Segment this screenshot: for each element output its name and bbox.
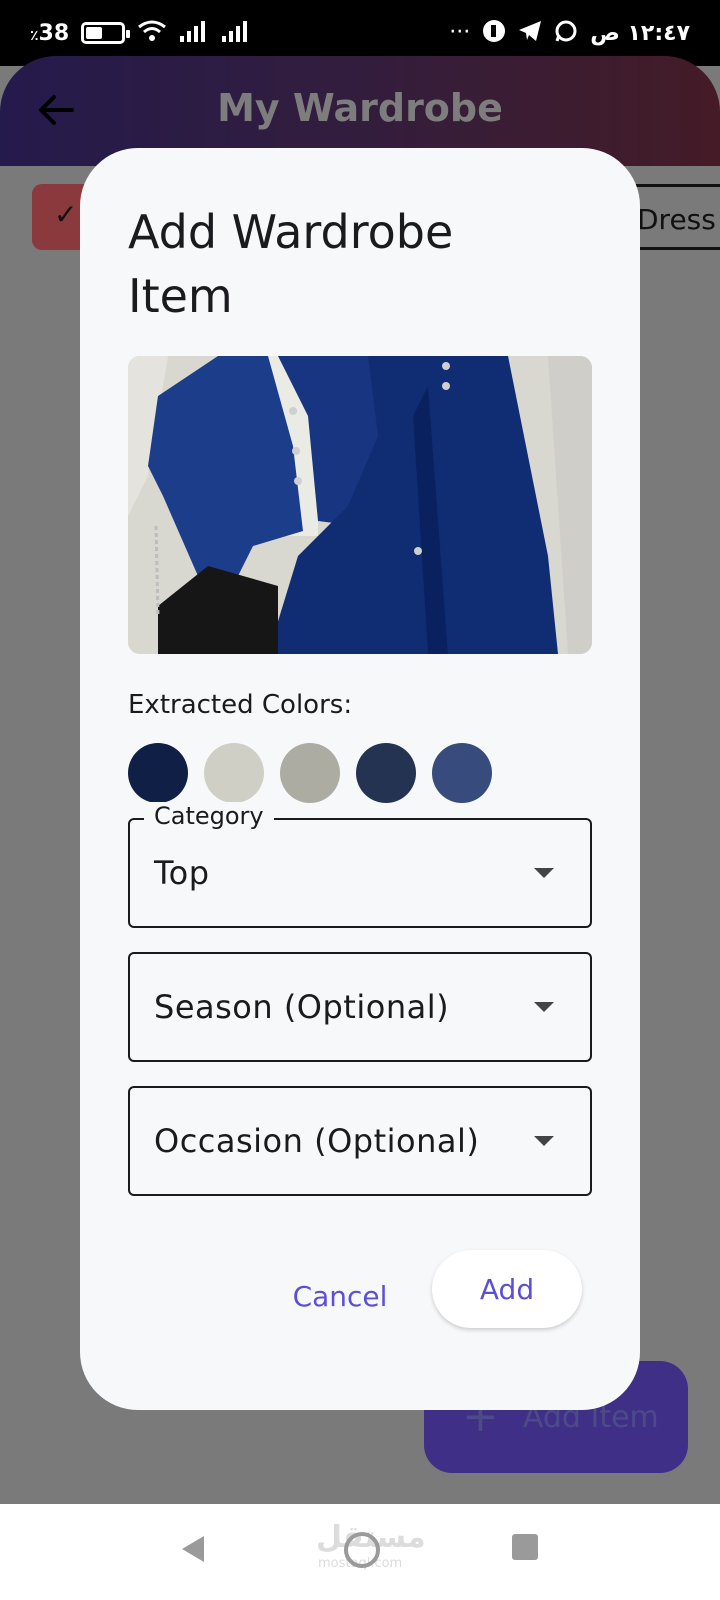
nav-home-icon[interactable] <box>344 1532 380 1568</box>
category-dropdown[interactable]: Category Top <box>128 802 592 928</box>
season-dropdown[interactable]: Season (Optional) <box>128 952 592 1062</box>
item-photo <box>128 356 592 654</box>
telegram-icon <box>518 20 542 47</box>
add-item-dialog: Add Wardrobe Item Extracted Colors: Cate… <box>80 148 640 1410</box>
color-swatch-2[interactable] <box>204 743 264 803</box>
extracted-colors-label: Extracted Colors: <box>128 690 353 720</box>
battery-charging-icon <box>81 22 131 44</box>
percent-symbol: ٪ <box>30 27 39 44</box>
app-notification-icon <box>482 19 506 48</box>
dropdown-arrow-icon <box>534 1002 554 1012</box>
color-swatch-4[interactable] <box>356 743 416 803</box>
season-placeholder: Season (Optional) <box>154 988 450 1026</box>
page-title: My Wardrobe <box>217 86 503 130</box>
more-notifications-icon: ··· <box>449 20 471 45</box>
dropdown-arrow-icon <box>534 868 554 878</box>
color-swatch-1[interactable] <box>128 743 188 803</box>
occasion-placeholder: Occasion (Optional) <box>154 1122 480 1160</box>
battery-percent: ٪38 <box>30 20 70 46</box>
dialog-title: Add Wardrobe Item <box>128 205 454 323</box>
status-right: ··· ١٢:٤٧ ص <box>449 19 690 48</box>
check-icon: ✓ <box>54 198 78 231</box>
cancel-button[interactable]: Cancel <box>280 1272 400 1320</box>
nav-back-icon[interactable] <box>180 1534 206 1568</box>
system-nav-bar: مستقل mostaql.com <box>0 1504 720 1600</box>
category-value: Top <box>154 854 210 892</box>
signal-icon-1 <box>179 20 209 47</box>
status-left: ٪38 <box>30 19 251 48</box>
whatsapp-icon <box>554 19 578 48</box>
dropdown-arrow-icon <box>534 1136 554 1146</box>
signal-icon-2 <box>221 20 251 47</box>
category-label: Category <box>144 802 274 830</box>
color-swatch-3[interactable] <box>280 743 340 803</box>
color-swatch-5[interactable] <box>432 743 492 803</box>
color-swatches <box>128 743 492 803</box>
add-button[interactable]: Add <box>432 1250 582 1328</box>
wifi-icon <box>137 19 167 48</box>
occasion-dropdown[interactable]: Occasion (Optional) <box>128 1086 592 1196</box>
nav-recents-icon[interactable] <box>512 1534 538 1560</box>
clock: ١٢:٤٧ ص <box>590 20 690 46</box>
